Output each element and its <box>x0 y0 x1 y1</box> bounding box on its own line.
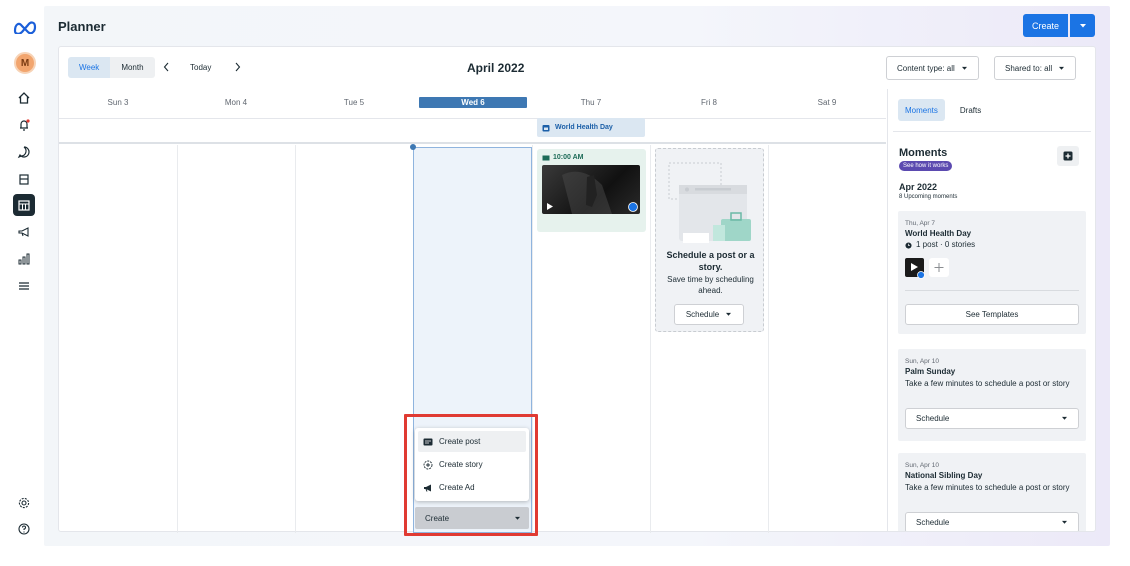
week-view-button[interactable]: Week <box>68 57 111 78</box>
post-time: 10:00 AM <box>542 154 583 161</box>
view-toggle: Week Month <box>68 57 155 78</box>
menu-icon[interactable] <box>13 275 35 297</box>
moment-date: Thu, Apr 7 <box>905 220 935 227</box>
page-title: Planner <box>58 19 106 34</box>
shared-to-filter[interactable]: Shared to: all <box>994 56 1077 80</box>
tab-drafts[interactable]: Drafts <box>953 99 988 121</box>
divider <box>59 142 886 144</box>
moment-title: National Sibling Day <box>905 471 983 480</box>
schedule-illustration-icon <box>668 162 751 243</box>
insights-icon[interactable] <box>13 248 35 270</box>
highlight-box <box>404 414 538 536</box>
time-indicator-dot <box>410 144 416 150</box>
divider <box>905 290 1079 291</box>
scheduled-post-card[interactable]: 10:00 AM <box>537 149 646 232</box>
left-rail: M <box>0 0 48 566</box>
moment-card[interactable]: Sun, Apr 10 National Sibling Day Take a … <box>898 453 1086 531</box>
chevron-down-icon <box>726 312 732 316</box>
schedule-card-subtitle: Save time by scheduling ahead. <box>667 275 754 295</box>
divider <box>59 118 886 119</box>
settings-icon[interactable] <box>13 492 35 514</box>
moments-panel: Moments Drafts Moments See how it works … <box>887 89 1095 531</box>
moment-date: Sun, Apr 10 <box>905 358 939 365</box>
day-header-sat: Sat 9 <box>817 98 837 107</box>
notifications-icon[interactable] <box>13 114 35 136</box>
moment-title: World Health Day <box>905 229 972 238</box>
column-divider <box>177 145 178 533</box>
video-thumbnail[interactable] <box>542 165 640 214</box>
moment-meta-text: 1 post · 0 stories <box>916 240 976 249</box>
moment-schedule-label: Schedule <box>916 518 950 527</box>
moment-post-thumbnails <box>905 258 949 279</box>
moment-description: Take a few minutes to schedule a post or… <box>905 379 1070 388</box>
moment-date: Sun, Apr 10 <box>905 462 939 469</box>
today-button[interactable]: Today <box>190 63 211 72</box>
moment-card[interactable]: Thu, Apr 7 World Health Day 1 post · 0 s… <box>898 211 1086 334</box>
create-button[interactable]: Create <box>1023 14 1068 37</box>
day-header-sun: Sun 3 <box>107 98 129 107</box>
post-time-label: 10:00 AM <box>553 154 584 161</box>
calendar-icon <box>542 124 550 131</box>
play-icon[interactable] <box>547 203 553 210</box>
moment-schedule-select[interactable]: Schedule <box>905 512 1079 531</box>
day-header-mon: Mon 4 <box>224 98 248 107</box>
day-header-wed-selected[interactable]: Wed 6 <box>419 97 527 108</box>
allday-event-chip[interactable]: World Health Day <box>537 118 645 137</box>
previous-week-button[interactable] <box>159 60 173 74</box>
avatar[interactable]: M <box>14 52 36 74</box>
tab-moments[interactable]: Moments <box>898 99 945 121</box>
moment-card[interactable]: Sun, Apr 10 Palm Sunday Take a few minut… <box>898 349 1086 441</box>
schedule-button-label: Schedule <box>685 310 720 319</box>
column-divider <box>768 145 769 533</box>
column-divider <box>295 145 296 533</box>
ads-icon[interactable] <box>13 221 35 243</box>
content-type-filter[interactable]: Content type: all <box>886 56 979 80</box>
column-divider <box>650 145 651 533</box>
schedule-prompt-card: Schedule a post or a story. Save time by… <box>655 148 764 332</box>
next-week-button[interactable] <box>230 60 244 74</box>
content-type-label: Content type: all <box>897 63 955 73</box>
chevron-right-icon <box>235 62 240 72</box>
chevron-down-icon <box>1079 23 1086 27</box>
month-view-button[interactable]: Month <box>110 57 155 78</box>
add-moment-button[interactable] <box>1057 146 1079 166</box>
moment-description: Take a few minutes to schedule a post or… <box>905 483 1070 492</box>
moments-heading: Moments <box>899 147 948 159</box>
see-how-it-works-badge[interactable]: See how it works <box>899 161 953 171</box>
chevron-down-icon <box>1062 416 1067 420</box>
moment-schedule-select[interactable]: Schedule <box>905 408 1079 429</box>
chevron-down-icon <box>1059 66 1065 70</box>
home-icon[interactable] <box>13 87 35 109</box>
create-dropdown-button[interactable] <box>1070 14 1095 37</box>
current-month-title: April 2022 <box>467 61 525 75</box>
schedule-card-title: Schedule a post or a story. <box>666 250 755 272</box>
moment-meta: 1 post · 0 stories <box>905 239 1081 251</box>
chevron-left-icon <box>163 62 168 72</box>
moment-schedule-label: Schedule <box>916 414 950 423</box>
inbox-icon[interactable] <box>13 141 35 163</box>
facebook-icon <box>628 202 638 212</box>
help-icon[interactable] <box>13 518 35 540</box>
day-header-fri: Fri 8 <box>701 98 717 107</box>
moment-title: Palm Sunday <box>905 367 956 376</box>
divider <box>893 131 1091 132</box>
allday-event-label: World Health Day <box>555 124 613 131</box>
moments-month: Apr 2022 <box>899 182 938 192</box>
clock-icon <box>905 241 912 249</box>
content-icon[interactable] <box>13 168 35 190</box>
chevron-down-icon <box>961 66 967 70</box>
planner-icon[interactable] <box>13 194 35 216</box>
add-icon <box>1063 151 1073 161</box>
see-templates-button[interactable]: See Templates <box>905 304 1079 325</box>
shared-to-label: Shared to: all <box>1005 63 1053 73</box>
meta-logo-icon[interactable] <box>12 20 38 34</box>
moments-tabs: Moments Drafts <box>898 99 988 121</box>
day-header-tue: Tue 5 <box>343 98 365 107</box>
post-icon <box>542 155 550 160</box>
upcoming-moments-count: 8 Upcoming moments <box>899 194 958 200</box>
day-header-thu: Thu 7 <box>580 98 602 107</box>
schedule-button[interactable]: Schedule <box>674 304 744 325</box>
chevron-down-icon <box>1062 520 1067 524</box>
